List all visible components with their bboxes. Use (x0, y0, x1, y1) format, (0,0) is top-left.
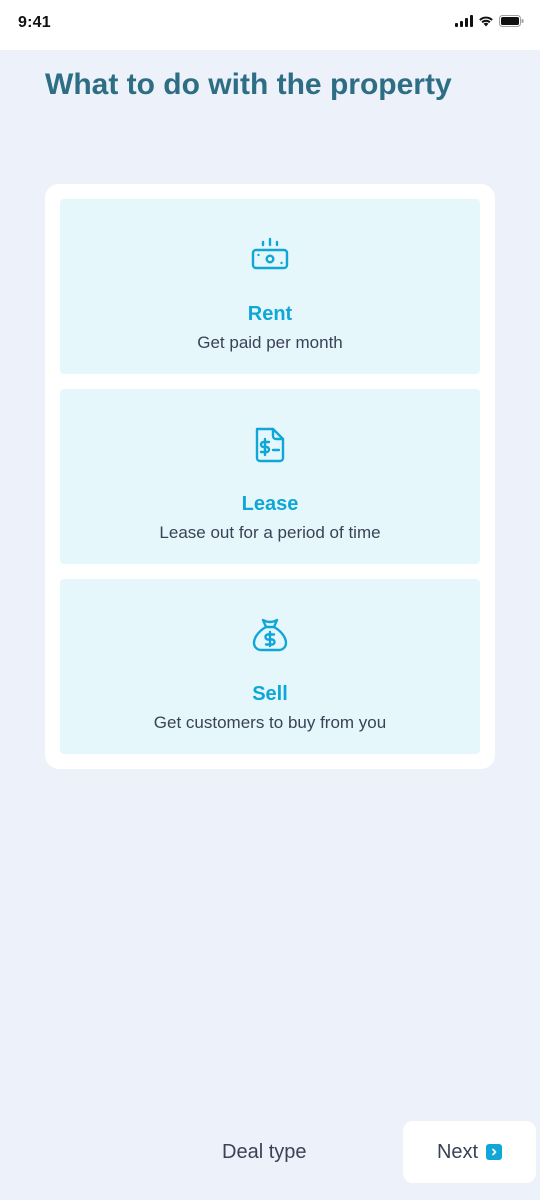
option-lease-description: Lease out for a period of time (159, 523, 381, 542)
option-sell-title: Sell (252, 683, 288, 705)
wifi-icon (478, 15, 494, 27)
next-button[interactable]: Next (403, 1121, 536, 1183)
option-sell-description: Get customers to buy from you (153, 713, 387, 732)
step-label: Deal type (222, 1141, 307, 1163)
cash-icon (250, 235, 290, 275)
option-sell[interactable]: Sell Get customers to buy from you (60, 579, 480, 754)
status-icons (455, 15, 524, 27)
page-title: What to do with the property (45, 68, 452, 101)
status-bar: 9:41 (0, 0, 540, 50)
option-rent[interactable]: Rent Get paid per month (60, 199, 480, 374)
chevron-right-icon (486, 1144, 503, 1160)
money-bag-icon (250, 615, 290, 655)
document-dollar-icon (250, 425, 290, 465)
option-rent-description: Get paid per month (197, 333, 343, 352)
options-card: Rent Get paid per month Lease Lease out … (45, 184, 495, 769)
option-rent-title: Rent (247, 303, 293, 325)
signal-icon (455, 15, 473, 27)
option-lease-title: Lease (241, 493, 299, 515)
battery-icon (499, 15, 524, 27)
status-time: 9:41 (18, 14, 51, 31)
next-button-label: Next (436, 1140, 479, 1163)
option-lease[interactable]: Lease Lease out for a period of time (60, 389, 480, 564)
